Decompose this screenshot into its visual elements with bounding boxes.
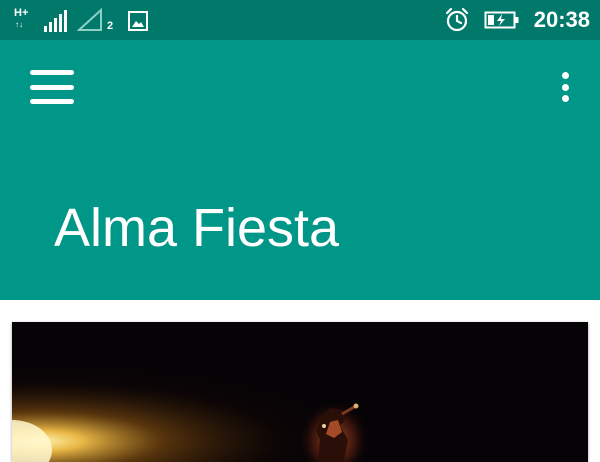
hamburger-menu-icon[interactable] [30, 70, 74, 104]
overflow-dot [561, 83, 569, 91]
status-left-icons: H+ ↑↓ 2 [14, 8, 149, 32]
sim2-label: 2 [107, 20, 114, 32]
overflow-dot [561, 72, 569, 79]
status-time: 20:38 [533, 7, 590, 32]
signal-strength-icon [44, 10, 67, 32]
image-notification-icon [128, 11, 148, 31]
status-bar: H+ ↑↓ 2 20:38 [0, 0, 600, 40]
battery-charging-icon [484, 11, 519, 29]
performer-photo [12, 322, 588, 462]
content-area [0, 300, 600, 462]
app-bar: Alma Fiesta [0, 40, 600, 300]
network-type-icon: H+ ↑↓ [14, 8, 34, 32]
empty-signal-triangle-icon [76, 7, 102, 31]
alarm-icon [445, 7, 468, 32]
more-vert-icon[interactable] [560, 72, 570, 102]
overflow-dot [561, 95, 569, 102]
menu-line [30, 70, 74, 75]
status-right-icons: 20:38 [444, 6, 590, 34]
network-type-label: H+ [14, 7, 29, 19]
page-title: Alma Fiesta [54, 198, 340, 258]
sim2-signal-icon: 2 [76, 7, 117, 32]
data-activity-icon: ↑↓ [15, 20, 23, 29]
menu-line [30, 99, 74, 104]
menu-line [30, 84, 74, 90]
photo-card[interactable] [12, 322, 588, 462]
